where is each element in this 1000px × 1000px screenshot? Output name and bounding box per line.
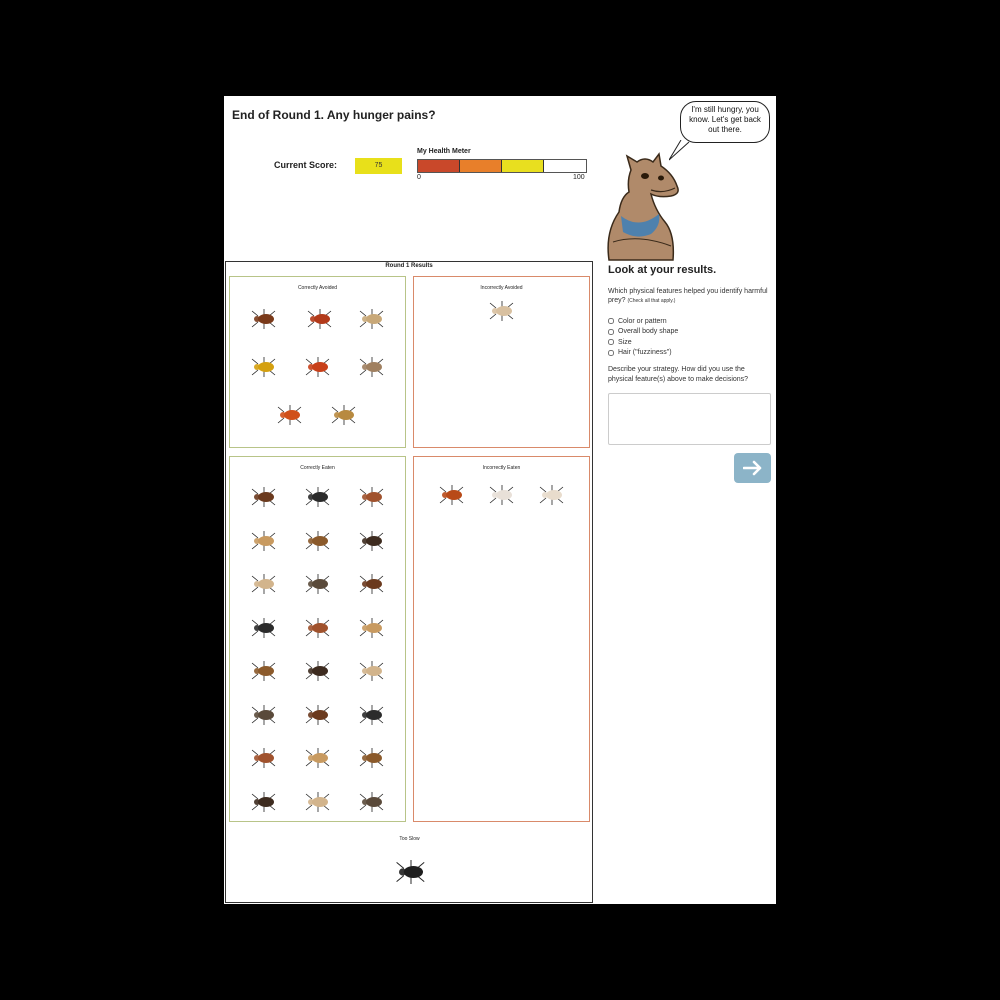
lizard-mascot-icon	[607, 152, 679, 261]
speech-bubble: I'm still hungry, you know. Let's get ba…	[680, 101, 770, 143]
too-slow-panel: Too Slow	[229, 828, 590, 900]
health-meter-segment	[544, 160, 586, 172]
insect-specimen-icon	[439, 485, 464, 505]
option-label: Hair ("fuzziness")	[618, 349, 672, 356]
insect-specimen-icon	[307, 309, 332, 329]
arrow-right-icon	[742, 460, 761, 476]
health-meter-bar	[417, 159, 587, 173]
option-shape[interactable]: Overall body shape	[608, 327, 678, 337]
option-label: Size	[618, 338, 632, 346]
next-button[interactable]	[734, 453, 771, 483]
insect-specimen-icon	[359, 357, 384, 377]
panel-title: Correctly Eaten	[300, 465, 335, 471]
insect-specimen-icon	[359, 661, 384, 681]
insect-specimen-icon	[359, 309, 384, 329]
correctly-eaten-panel: Correctly Eaten	[229, 456, 406, 822]
insect-specimen-icon	[489, 301, 514, 321]
sidebar-title: Look at your results.	[608, 264, 717, 276]
checkbox-hair[interactable]	[608, 349, 614, 356]
option-hair[interactable]: Hair ("fuzziness")	[608, 348, 678, 358]
insect-specimen-icon	[277, 405, 302, 425]
insect-specimen-icon	[305, 661, 330, 681]
insect-specimen-icon	[396, 859, 425, 884]
panel-title: Correctly Avoided	[297, 285, 338, 291]
incorrectly-eaten-panel: Incorrectly Eaten	[413, 456, 590, 822]
question-1-note: (Check all that apply.)	[627, 298, 676, 304]
insect-specimen-icon	[359, 791, 384, 812]
panel-title: Incorrectly Avoided	[480, 285, 523, 291]
health-meter-max: 100	[573, 174, 585, 181]
health-meter-label: My Health Meter	[417, 148, 471, 155]
insect-specimen-icon	[251, 574, 276, 594]
insect-specimen-icon	[359, 530, 384, 551]
feature-checklist: Color or pattern Overall body shape Size…	[608, 316, 678, 358]
insect-specimen-icon	[489, 485, 514, 505]
insect-specimen-icon	[305, 791, 330, 812]
health-meter-segment	[502, 160, 544, 172]
correctly-avoided-panel: Correctly Avoided	[229, 276, 406, 448]
insect-specimen-icon	[251, 487, 276, 507]
insect-specimen-icon	[251, 309, 276, 329]
insect-specimen-icon	[359, 617, 384, 638]
insect-specimen-icon	[359, 487, 384, 507]
insect-specimen-icon	[359, 748, 384, 768]
results-title: Round 1 Results	[385, 263, 433, 269]
app-window: End of Round 1. Any hunger pains? Curren…	[224, 96, 776, 904]
score-value: 75	[355, 158, 402, 174]
checkbox-shape[interactable]	[608, 328, 614, 335]
insect-specimen-icon	[331, 405, 356, 425]
insect-specimen-icon	[251, 704, 276, 725]
insect-specimen-icon	[305, 530, 330, 551]
health-meter-segment	[460, 160, 502, 172]
checkbox-size[interactable]	[608, 339, 614, 345]
incorrectly-avoided-panel: Incorrectly Avoided	[413, 276, 590, 448]
insect-specimen-icon	[305, 357, 330, 377]
insect-specimen-icon	[305, 574, 330, 594]
insect-specimen-icon	[305, 748, 330, 768]
insect-specimen-icon	[251, 748, 276, 768]
insect-specimen-icon	[539, 485, 564, 505]
question-1: Which physical features helped you ident…	[608, 287, 768, 306]
option-label: Overall body shape	[618, 328, 679, 335]
insect-specimen-icon	[251, 791, 276, 812]
question-2: Describe your strategy. How did you use …	[608, 366, 749, 383]
score-label: Current Score:	[274, 160, 338, 170]
page-title: End of Round 1. Any hunger pains?	[232, 108, 436, 122]
health-meter-segment	[418, 160, 460, 172]
insect-specimen-icon	[251, 661, 276, 681]
insect-specimen-icon	[359, 704, 384, 725]
insect-specimen-icon	[359, 574, 384, 594]
option-label: Color or pattern	[618, 317, 667, 325]
insect-specimen-icon	[251, 357, 276, 377]
option-size[interactable]: Size	[608, 337, 678, 347]
panel-title: Incorrectly Eaten	[482, 465, 521, 471]
health-meter-min: 0	[417, 174, 421, 181]
option-color[interactable]: Color or pattern	[608, 316, 678, 326]
strategy-answer-field[interactable]	[608, 393, 771, 445]
insect-specimen-icon	[251, 617, 276, 638]
insect-specimen-icon	[305, 487, 330, 507]
panel-title: Too Slow	[399, 836, 420, 842]
insect-specimen-icon	[305, 617, 330, 638]
insect-specimen-icon	[251, 530, 276, 551]
insect-specimen-icon	[305, 704, 330, 725]
checkbox-color[interactable]	[608, 318, 614, 324]
results-panel: Round 1 Results Correctly Avoided Incorr…	[225, 261, 593, 903]
